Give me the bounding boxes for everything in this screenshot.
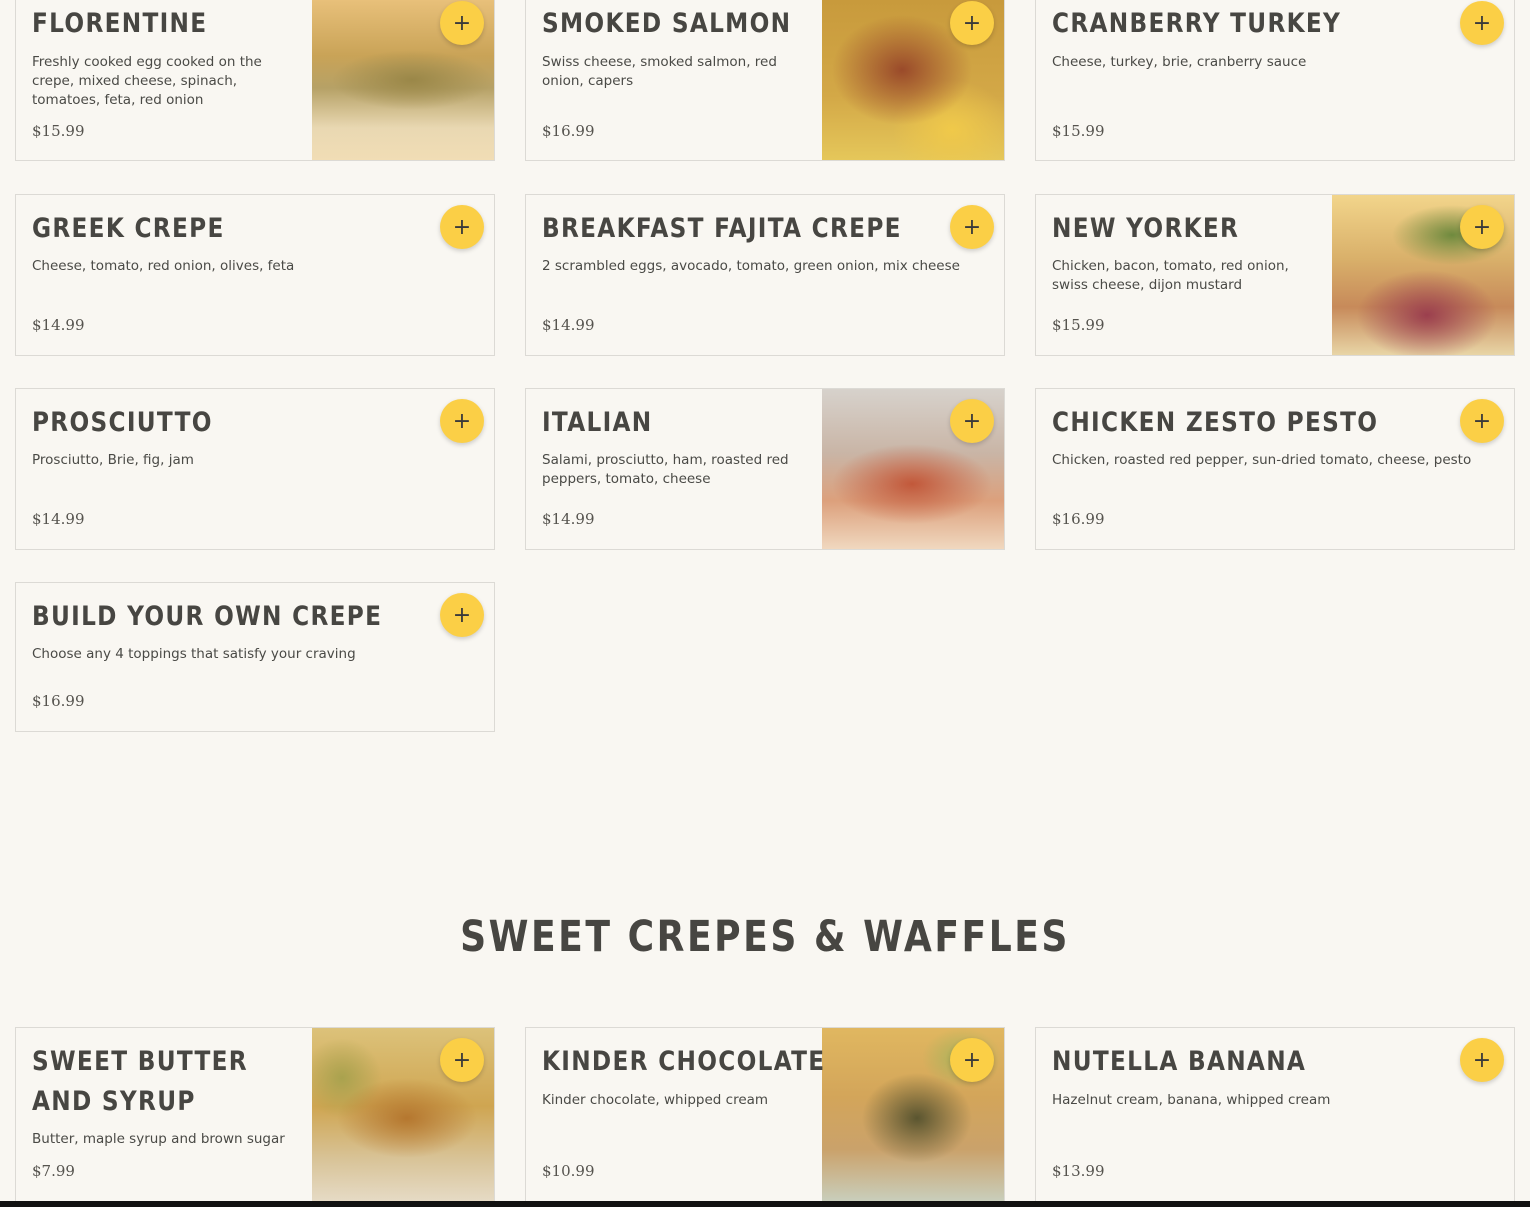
item-price: $14.99 — [542, 510, 595, 528]
item-name: Sweet Butter and Syrup — [32, 1046, 248, 1117]
add-to-cart-button[interactable]: + — [1460, 1038, 1504, 1082]
add-to-cart-button[interactable]: + — [1460, 205, 1504, 249]
item-description: Hazelnut cream, banana, whipped cream — [1052, 1092, 1331, 1108]
item-name: New Yorker — [1052, 213, 1240, 244]
item-description: Choose any 4 toppings that satisfy your … — [32, 646, 356, 662]
menu-item-card[interactable]: Kinder Chocolate Kinder chocolate, whipp… — [525, 1027, 1005, 1203]
menu-item-card[interactable]: Breakfast Fajita Crepe 2 scrambled eggs,… — [525, 194, 1005, 356]
item-name: Cranberry Turkey — [1052, 8, 1342, 39]
item-name: Smoked Salmon — [542, 8, 792, 39]
item-name: Chicken Zesto Pesto — [1052, 407, 1379, 438]
add-to-cart-button[interactable]: + — [440, 1038, 484, 1082]
add-to-cart-button[interactable]: + — [440, 205, 484, 249]
menu-item-card[interactable]: Florentine Freshly cooked egg cooked on … — [15, 0, 495, 161]
menu-item-card[interactable]: Chicken Zesto Pesto Chicken, roasted red… — [1035, 388, 1515, 550]
item-name: Italian — [542, 407, 653, 438]
add-to-cart-button[interactable]: + — [950, 205, 994, 249]
add-to-cart-button[interactable]: + — [440, 593, 484, 637]
item-description: Chicken, roasted red pepper, sun-dried t… — [1052, 452, 1472, 468]
item-price: $16.99 — [32, 692, 85, 710]
item-description: Cheese, turkey, brie, cranberry sauce — [1052, 54, 1307, 70]
add-to-cart-button[interactable]: + — [950, 1, 994, 45]
item-name: Florentine — [32, 8, 208, 39]
item-price: $13.99 — [1052, 1162, 1105, 1180]
item-price: $15.99 — [32, 122, 85, 140]
bottom-edge-bar — [0, 1201, 1530, 1207]
item-price: $14.99 — [32, 510, 85, 528]
item-description: Butter, maple syrup and brown sugar — [32, 1131, 285, 1147]
add-to-cart-button[interactable]: + — [440, 399, 484, 443]
item-price: $7.99 — [32, 1162, 75, 1180]
section-title-text: SWEET CREPES & WAFFLES — [460, 912, 1070, 962]
item-description: Freshly cooked egg cooked on the crepe, … — [32, 54, 262, 108]
menu-item-card[interactable]: Cranberry Turkey Cheese, turkey, brie, c… — [1035, 0, 1515, 161]
menu-item-card[interactable]: New Yorker Chicken, bacon, tomato, red o… — [1035, 194, 1515, 356]
item-name: Kinder Chocolate — [542, 1046, 826, 1077]
item-price: $15.99 — [1052, 316, 1105, 334]
menu-item-card[interactable]: Nutella Banana Hazelnut cream, banana, w… — [1035, 1027, 1515, 1203]
section-title: SWEET CREPES & WAFFLES — [0, 912, 1530, 962]
add-to-cart-button[interactable]: + — [1460, 399, 1504, 443]
item-price: $16.99 — [1052, 510, 1105, 528]
menu-item-card[interactable]: Build Your Own Crepe Choose any 4 toppin… — [15, 582, 495, 732]
item-price: $14.99 — [542, 316, 595, 334]
add-to-cart-button[interactable]: + — [950, 399, 994, 443]
item-name: Greek Crepe — [32, 213, 225, 244]
item-name: Nutella Banana — [1052, 1046, 1307, 1077]
item-price: $15.99 — [1052, 122, 1105, 140]
add-to-cart-button[interactable]: + — [950, 1038, 994, 1082]
item-name: Build Your Own Crepe — [32, 601, 383, 632]
item-price: $16.99 — [542, 122, 595, 140]
menu-item-card[interactable]: Italian Salami, prosciutto, ham, roasted… — [525, 388, 1005, 550]
item-description: Swiss cheese, smoked salmon, red onion, … — [542, 54, 777, 89]
menu-item-card[interactable]: Prosciutto Prosciutto, Brie, fig, jam $1… — [15, 388, 495, 550]
menu-item-card[interactable]: Sweet Butter and Syrup Butter, maple syr… — [15, 1027, 495, 1203]
item-name: Prosciutto — [32, 407, 213, 438]
menu-item-card[interactable]: Smoked Salmon Swiss cheese, smoked salmo… — [525, 0, 1005, 161]
add-to-cart-button[interactable]: + — [440, 1, 484, 45]
add-to-cart-button[interactable]: + — [1460, 1, 1504, 45]
item-description: Kinder chocolate, whipped cream — [542, 1092, 769, 1108]
item-name: Breakfast Fajita Crepe — [542, 213, 902, 244]
item-description: Prosciutto, Brie, fig, jam — [32, 452, 194, 468]
item-price: $10.99 — [542, 1162, 595, 1180]
item-price: $14.99 — [32, 316, 85, 334]
item-description: Cheese, tomato, red onion, olives, feta — [32, 258, 295, 274]
item-description: Salami, prosciutto, ham, roasted red pep… — [542, 452, 789, 487]
item-description: 2 scrambled eggs, avocado, tomato, green… — [542, 258, 960, 274]
menu-item-card[interactable]: Greek Crepe Cheese, tomato, red onion, o… — [15, 194, 495, 356]
item-description: Chicken, bacon, tomato, red onion, swiss… — [1052, 258, 1289, 293]
